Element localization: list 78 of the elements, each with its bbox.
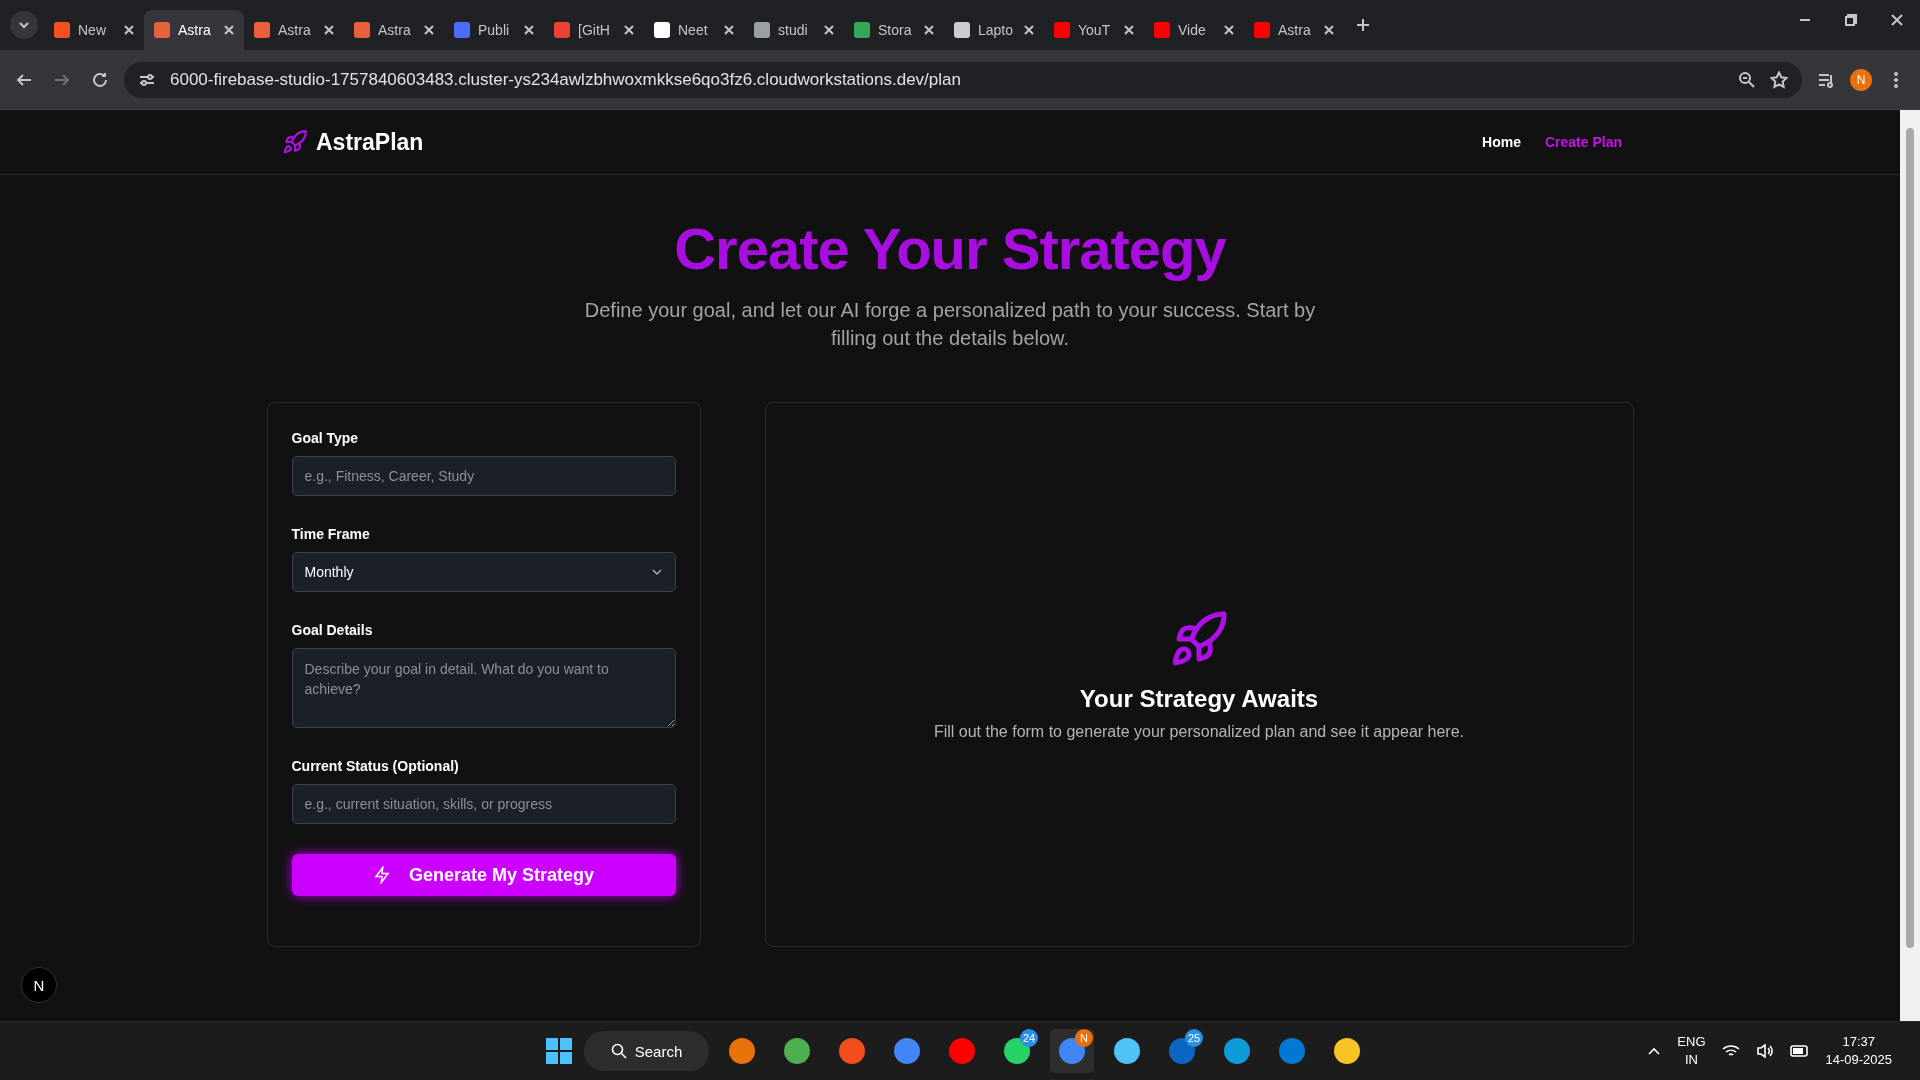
close-icon[interactable] — [824, 25, 834, 35]
favicon-icon — [454, 22, 470, 38]
close-icon[interactable] — [1324, 25, 1334, 35]
close-icon[interactable] — [924, 25, 934, 35]
browser-tab[interactable]: Astra — [344, 10, 444, 50]
field-label: Goal Details — [291, 622, 374, 638]
close-icon[interactable] — [324, 25, 334, 35]
favicon-icon — [554, 22, 570, 38]
scrollbar[interactable] — [1900, 110, 1920, 1021]
field-label: Time Frame — [291, 526, 371, 542]
browser-tab[interactable]: Vide — [1144, 10, 1244, 50]
browser-tab[interactable]: YouT — [1044, 10, 1144, 50]
new-tab-icon[interactable] — [1356, 18, 1370, 32]
notification-badge: N — [1075, 1029, 1093, 1047]
lightning-icon — [372, 866, 391, 884]
close-icon[interactable] — [224, 25, 234, 35]
favicon-icon — [354, 22, 370, 38]
start-icon[interactable] — [545, 1037, 573, 1065]
address-bar[interactable]: 6000-firebase-studio-1757840603483.cluster-ys234awlzbhwoxmkkse6qo3fz6.cloudworkstations.dev/plan — [124, 61, 1802, 98]
time-frame-select[interactable]: Monthly — [291, 552, 676, 592]
favicon-icon — [54, 22, 70, 38]
result-text: Fill out the form to generate your personalized plan and see it appear here. — [933, 722, 1465, 741]
close-icon[interactable] — [124, 25, 134, 35]
page-subtitle: Define your goal, and let our AI forge a personalized path to your success. Start by filling out the details below. — [583, 298, 1317, 351]
brand-name: AstraPlan — [316, 128, 424, 156]
chevron-down-icon — [650, 566, 663, 578]
close-icon[interactable] — [424, 25, 434, 35]
taskbar-search[interactable]: Search — [584, 1031, 709, 1071]
notification-badge: 24 — [1020, 1029, 1038, 1047]
browser-tab[interactable]: [GitH — [544, 10, 644, 50]
favicon-icon — [1054, 22, 1070, 38]
wifi-icon[interactable] — [1721, 1043, 1740, 1059]
close-icon[interactable] — [724, 25, 734, 35]
favicon-icon — [754, 22, 770, 38]
close-icon[interactable] — [1224, 25, 1234, 35]
favicon-icon — [254, 22, 270, 38]
favicon-icon — [954, 22, 970, 38]
browser-tab[interactable]: Neet — [644, 10, 744, 50]
close-icon[interactable] — [1124, 25, 1134, 35]
region-indicator[interactable]: IN — [1677, 1051, 1706, 1069]
browser-tab[interactable]: Stora — [844, 10, 944, 50]
close-icon[interactable] — [1024, 25, 1034, 35]
dev-tools-button[interactable]: N — [21, 967, 57, 1003]
page-title: Create Your Strategy — [673, 215, 1228, 282]
language-indicator[interactable]: ENG — [1677, 1033, 1706, 1051]
browser-tab[interactable]: Astra — [244, 10, 344, 50]
result-title: Your Strategy Awaits — [1079, 684, 1319, 713]
text-field[interactable]: e.g., current situation, skills, or progress — [291, 784, 676, 824]
favicon-icon — [654, 22, 670, 38]
star-icon[interactable] — [1770, 70, 1788, 89]
search-icon — [610, 1043, 627, 1059]
close-icon[interactable] — [624, 25, 634, 35]
rocket-icon — [282, 129, 308, 155]
clock-date[interactable]: 14-09-2025 — [1825, 1051, 1892, 1069]
favicon-icon — [1154, 22, 1170, 38]
notification-badge: 25 — [1185, 1029, 1203, 1047]
field-label: Goal Type — [291, 430, 360, 446]
browser-tab[interactable]: Astra — [144, 10, 244, 50]
browser-tab[interactable]: Lapto — [944, 10, 1044, 50]
favicon-icon — [1254, 22, 1270, 38]
favicon-icon — [854, 22, 870, 38]
text-field[interactable]: e.g., Fitness, Career, Study — [291, 456, 676, 496]
close-icon[interactable] — [524, 25, 534, 35]
clock-time[interactable]: 17:37 — [1825, 1033, 1892, 1051]
browser-tab[interactable]: New — [44, 10, 144, 50]
goal-details-field[interactable]: Describe your goal in detail. What do you want to achieve? — [291, 648, 676, 728]
volume-icon[interactable] — [1755, 1043, 1774, 1059]
battery-icon[interactable] — [1789, 1045, 1810, 1057]
favicon-icon — [154, 22, 170, 38]
browser-tab[interactable]: studi — [744, 10, 844, 50]
browser-tab[interactable]: Publi — [444, 10, 544, 50]
chevron-down-icon[interactable] — [18, 19, 30, 31]
field-label: Current Status (Optional) — [291, 758, 460, 774]
zoom-icon[interactable] — [1738, 70, 1756, 89]
generate-button[interactable]: Generate My Strategy — [291, 854, 676, 896]
nav-link[interactable]: Home — [1482, 134, 1521, 150]
nav-link[interactable]: Create Plan — [1544, 134, 1622, 150]
browser-tab[interactable]: Astra — [1244, 10, 1344, 50]
